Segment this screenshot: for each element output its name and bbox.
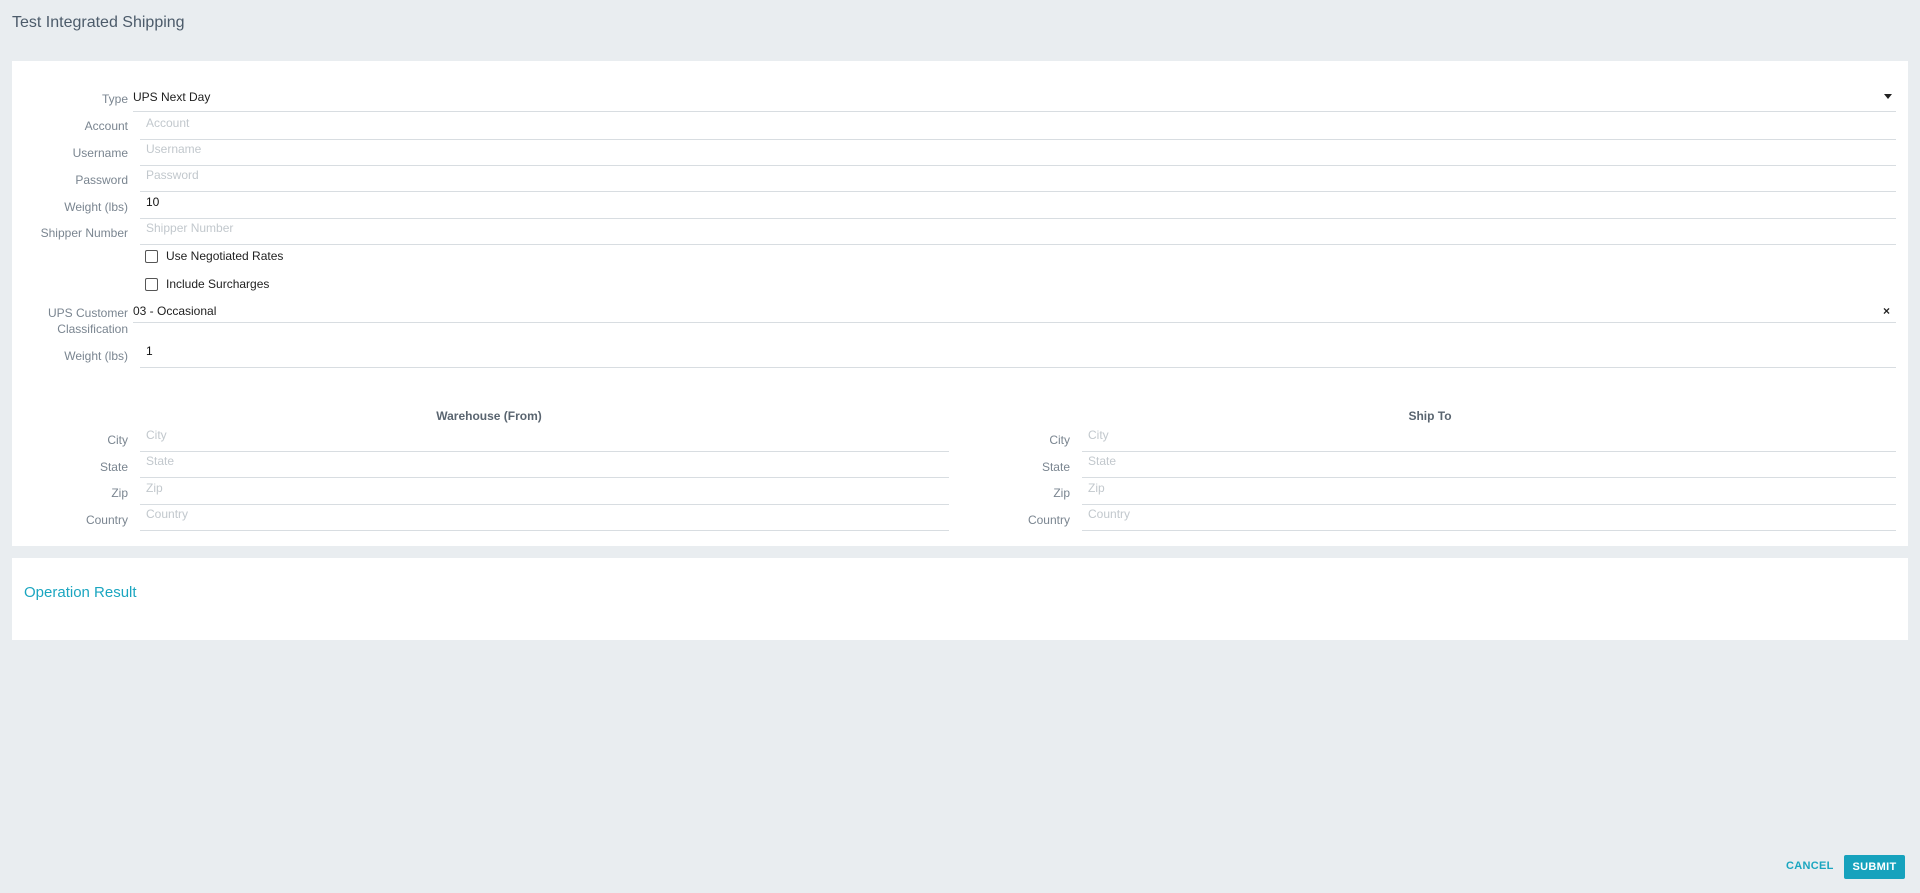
shipto-state-label: State [1041,460,1070,474]
weight-input-1[interactable] [140,192,1896,212]
username-input[interactable] [140,139,1896,159]
account-row: Account [12,113,1908,140]
warehouse-zip-input[interactable] [140,478,949,498]
shipper-number-label: Shipper Number [40,226,128,240]
shipto-zip-input[interactable] [1082,478,1896,498]
shipto-country-input[interactable] [1082,504,1896,524]
account-field [140,113,1896,140]
cancel-button[interactable]: CANCEL [1786,860,1834,872]
negotiated-rates-option[interactable]: Use Negotiated Rates [145,247,283,265]
classification-label: UPS Customer Classification [12,305,128,337]
classification-row: UPS Customer Classification 03 - Occasio… [12,303,1908,343]
username-label: Username [72,146,128,160]
warehouse-country-input[interactable] [140,504,949,524]
shipto-city-label: City [1049,433,1070,447]
shipper-number-input[interactable] [140,218,1896,238]
shipto-country-row: Country [954,504,1904,531]
surcharges-label: Include Surcharges [166,277,270,291]
warehouse-zip-row: Zip [12,478,962,505]
warehouse-city-label: City [107,433,128,447]
password-field [140,165,1896,192]
type-label: Type [101,92,128,106]
username-field [140,139,1896,166]
shipto-city-row: City [954,425,1904,452]
warehouse-zip-field [140,478,949,505]
shipper-number-row: Shipper Number [12,218,1908,245]
classification-label-line1: UPS Customer [47,306,128,320]
shipto-city-field [1082,425,1896,452]
submit-button[interactable]: SUBMIT [1844,855,1905,879]
username-row: Username [12,139,1908,166]
warehouse-state-input[interactable] [140,451,949,471]
surcharges-checkbox[interactable] [145,277,158,291]
warehouse-state-row: State [12,451,962,478]
result-title: Operation Result [24,584,137,601]
password-row: Password [12,165,1908,192]
clear-icon[interactable]: × [1883,304,1890,318]
type-row: Type UPS Next Day [12,87,1908,113]
type-select-value: UPS Next Day [133,90,211,104]
weight-label-2: Weight (lbs) [64,349,128,363]
shipper-number-field [140,218,1896,245]
warehouse-state-label: State [99,460,128,474]
warehouse-heading: Warehouse (From) [436,409,542,423]
classification-label-line2: Classification [57,322,128,336]
account-label: Account [84,119,128,133]
chevron-down-icon[interactable] [1884,94,1892,99]
warehouse-city-input[interactable] [140,425,949,445]
form-card: Type UPS Next Day Account Username Passw… [12,61,1908,546]
surcharges-option[interactable]: Include Surcharges [145,275,269,293]
password-label: Password [75,173,128,187]
warehouse-country-row: Country [12,504,962,531]
type-select[interactable]: UPS Next Day [133,87,1896,112]
classification-select[interactable]: 03 - Occasional × [133,303,1896,323]
password-input[interactable] [140,165,1896,185]
shipto-heading: Ship To [1408,409,1452,423]
warehouse-country-label: Country [85,513,128,527]
warehouse-zip-label: Zip [111,486,128,500]
shipto-state-input[interactable] [1082,451,1896,471]
shipto-zip-row: Zip [954,478,1904,505]
weight-input-2[interactable] [140,341,1896,361]
shipto-state-field [1082,451,1896,478]
page-title: Test Integrated Shipping [12,14,185,31]
classification-select-value: 03 - Occasional [133,304,217,318]
shipto-zip-label: Zip [1053,486,1070,500]
weight-label-1: Weight (lbs) [64,200,128,214]
shipto-city-input[interactable] [1082,425,1896,445]
weight-field-1 [140,192,1896,219]
shipto-state-row: State [954,451,1904,478]
negotiated-rates-checkbox[interactable] [145,249,158,263]
account-input[interactable] [140,113,1896,133]
warehouse-country-field [140,504,949,531]
warehouse-city-field [140,425,949,452]
warehouse-city-row: City [12,425,962,452]
page: Test Integrated Shipping Type UPS Next D… [0,0,1920,893]
negotiated-rates-label: Use Negotiated Rates [166,249,284,263]
weight-row-2: Weight (lbs) [12,341,1908,368]
weight-row-1: Weight (lbs) [12,192,1908,219]
result-card: Operation Result [12,558,1908,640]
warehouse-state-field [140,451,949,478]
shipto-country-label: Country [1027,513,1070,527]
shipto-zip-field [1082,478,1896,505]
weight-field-2 [140,341,1896,368]
shipto-country-field [1082,504,1896,531]
